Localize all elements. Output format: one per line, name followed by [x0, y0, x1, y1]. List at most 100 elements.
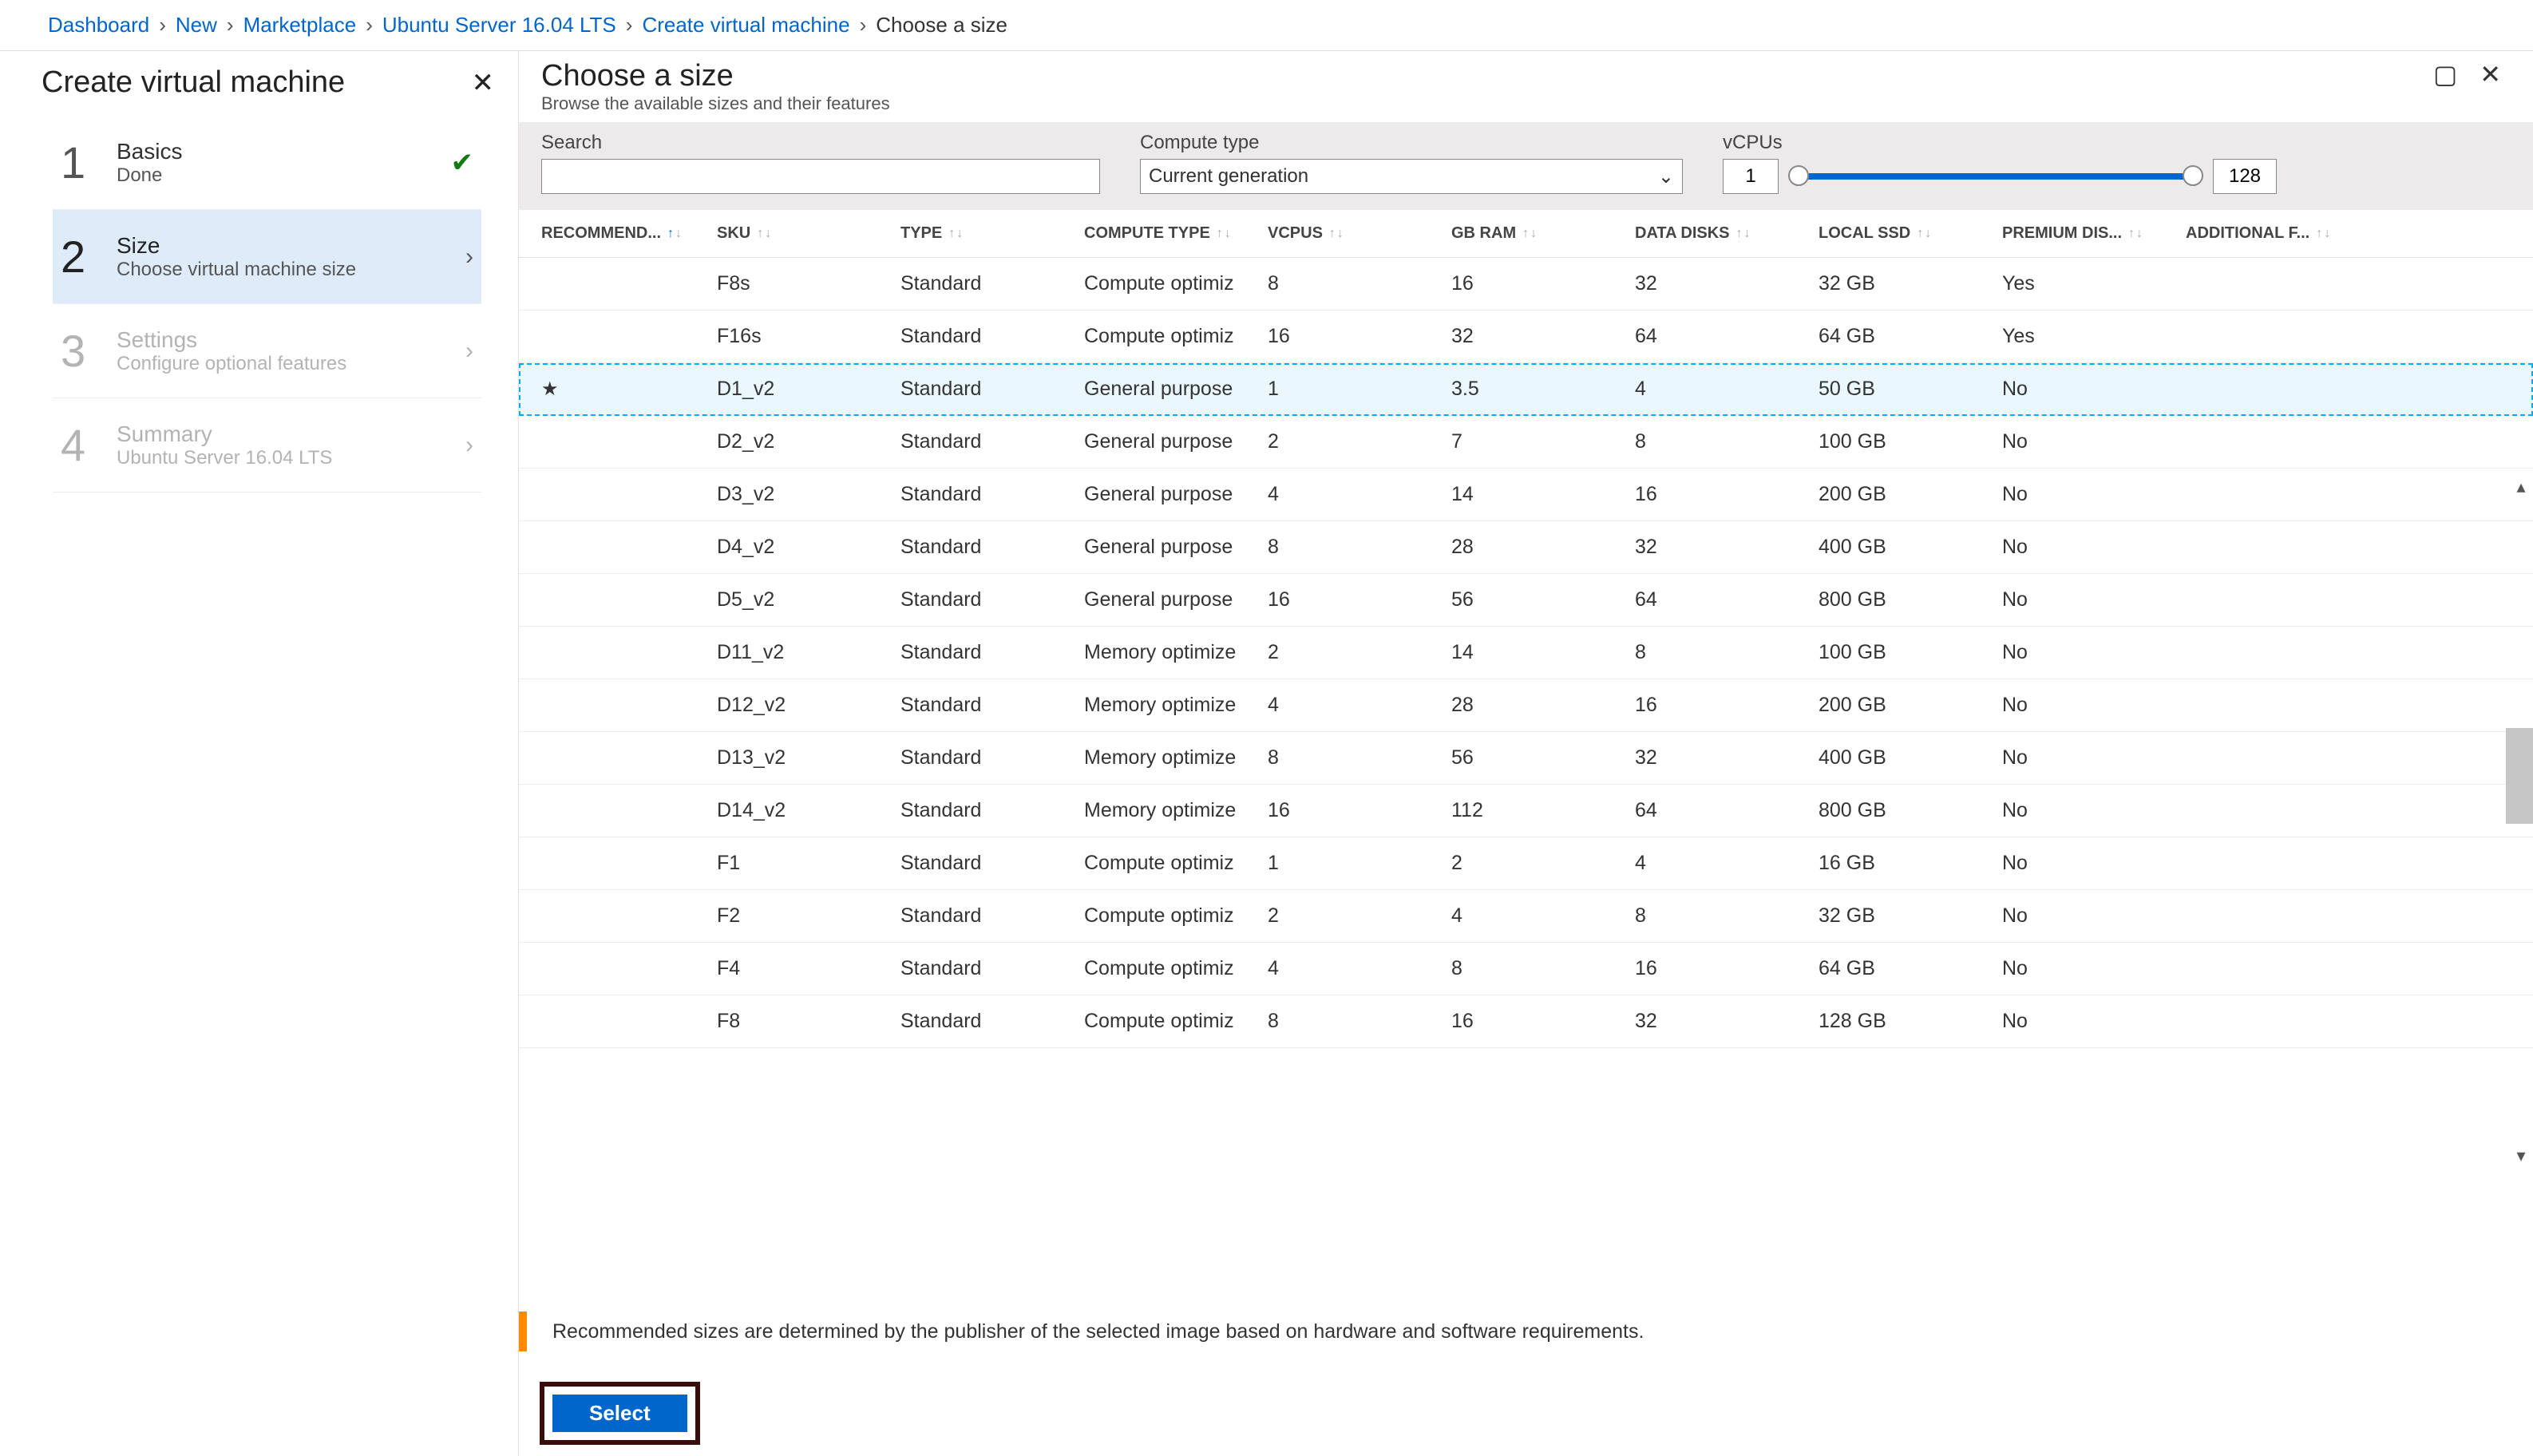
compute-type-cell: Compute optimiz: [1084, 957, 1268, 980]
scroll-up-icon[interactable]: ▴: [2513, 473, 2528, 500]
col-type[interactable]: TYPE↑↓: [900, 224, 1084, 243]
gbram-cell: 2: [1451, 852, 1635, 875]
compute-type-cell: Memory optimize: [1084, 799, 1268, 822]
type-cell: Standard: [900, 641, 1084, 664]
col-localssd[interactable]: LOCAL SSD↑↓: [1819, 224, 2002, 243]
gbram-cell: 32: [1451, 325, 1635, 348]
table-row[interactable]: D13_v2StandardMemory optimize85632400 GB…: [519, 732, 2533, 785]
table-row[interactable]: D12_v2StandardMemory optimize42816200 GB…: [519, 679, 2533, 732]
type-cell: Standard: [900, 483, 1084, 506]
search-input[interactable]: [541, 159, 1100, 194]
breadcrumb-link[interactable]: Marketplace: [243, 13, 357, 38]
localssd-cell: 32 GB: [1819, 272, 2002, 295]
col-additional[interactable]: ADDITIONAL F...↑↓: [2186, 224, 2345, 243]
gbram-cell: 16: [1451, 272, 1635, 295]
datadisks-cell: 4: [1635, 378, 1819, 401]
breadcrumb-link[interactable]: Ubuntu Server 16.04 LTS: [382, 13, 616, 38]
select-button[interactable]: Select: [552, 1395, 687, 1432]
col-compute-type[interactable]: COMPUTE TYPE↑↓: [1084, 224, 1268, 243]
compute-type-cell: General purpose: [1084, 588, 1268, 611]
sku-cell: D1_v2: [717, 378, 900, 401]
compute-type-cell: Compute optimiz: [1084, 1010, 1268, 1033]
table-row[interactable]: F2StandardCompute optimiz24832 GBNo: [519, 890, 2533, 943]
window-scrollbar-thumb[interactable]: [2506, 728, 2533, 824]
maximize-icon[interactable]: ▢: [2433, 59, 2457, 114]
compute-type-cell: Compute optimiz: [1084, 904, 1268, 928]
premium-cell: Yes: [2002, 272, 2186, 295]
gbram-cell: 14: [1451, 641, 1635, 664]
compute-type-cell: Memory optimize: [1084, 746, 1268, 770]
type-cell: Standard: [900, 694, 1084, 717]
sku-cell: D12_v2: [717, 694, 900, 717]
vcpus-cell: 4: [1268, 957, 1451, 980]
type-cell: Standard: [900, 430, 1084, 453]
localssd-cell: 64 GB: [1819, 957, 2002, 980]
compute-type-cell: Memory optimize: [1084, 641, 1268, 664]
localssd-cell: 50 GB: [1819, 378, 2002, 401]
localssd-cell: 800 GB: [1819, 799, 2002, 822]
step-title: Summary: [117, 421, 465, 447]
vcpus-cell: 2: [1268, 430, 1451, 453]
vcpu-max-input[interactable]: [2213, 159, 2277, 194]
localssd-cell: 200 GB: [1819, 483, 2002, 506]
wizard-step-summary[interactable]: 4SummaryUbuntu Server 16.04 LTS›: [53, 398, 481, 493]
col-vcpus[interactable]: VCPUS↑↓: [1268, 224, 1451, 243]
gbram-cell: 3.5: [1451, 378, 1635, 401]
table-row[interactable]: D4_v2StandardGeneral purpose82832400 GBN…: [519, 521, 2533, 574]
vcpus-cell: 1: [1268, 378, 1451, 401]
table-row[interactable]: F1StandardCompute optimiz12416 GBNo: [519, 837, 2533, 890]
datadisks-cell: 32: [1635, 272, 1819, 295]
table-row[interactable]: F4StandardCompute optimiz481664 GBNo: [519, 943, 2533, 995]
close-icon[interactable]: ✕: [2480, 59, 2501, 114]
chevron-right-icon: ›: [159, 13, 166, 38]
table-row[interactable]: D5_v2StandardGeneral purpose165664800 GB…: [519, 574, 2533, 627]
slider-thumb-max[interactable]: [2183, 165, 2203, 186]
premium-cell: No: [2002, 378, 2186, 401]
breadcrumb: Dashboard › New › Marketplace › Ubuntu S…: [0, 0, 2533, 51]
table-row[interactable]: ★D1_v2StandardGeneral purpose13.5450 GBN…: [519, 363, 2533, 416]
compute-type-dropdown[interactable]: Current generation ⌄: [1140, 159, 1683, 194]
checkmark-icon: ✔: [451, 147, 474, 179]
table-row[interactable]: F16sStandardCompute optimiz16326464 GBYe…: [519, 311, 2533, 363]
step-number: 4: [61, 419, 117, 471]
filter-bar: Search Compute type Current generation ⌄…: [519, 122, 2533, 210]
step-subtitle: Choose virtual machine size: [117, 259, 465, 281]
col-recommended[interactable]: RECOMMEND...↑↓: [541, 224, 717, 243]
wizard-step-size[interactable]: 2SizeChoose virtual machine size›: [53, 210, 481, 304]
breadcrumb-link[interactable]: New: [176, 13, 217, 38]
premium-cell: Yes: [2002, 325, 2186, 348]
scroll-down-icon[interactable]: ▾: [2513, 1142, 2528, 1169]
info-text: Recommended sizes are determined by the …: [552, 1320, 1644, 1343]
table-row[interactable]: D11_v2StandardMemory optimize2148100 GBN…: [519, 627, 2533, 679]
search-label: Search: [541, 132, 1100, 154]
table-row[interactable]: D3_v2StandardGeneral purpose41416200 GBN…: [519, 469, 2533, 521]
col-premium[interactable]: PREMIUM DIS...↑↓: [2002, 224, 2186, 243]
table-row[interactable]: D2_v2StandardGeneral purpose278100 GBNo: [519, 416, 2533, 469]
breadcrumb-link[interactable]: Create virtual machine: [642, 13, 849, 38]
sku-cell: F2: [717, 904, 900, 928]
vcpus-cell: 8: [1268, 1010, 1451, 1033]
table-row[interactable]: F8sStandardCompute optimiz8163232 GBYes: [519, 258, 2533, 311]
col-sku[interactable]: SKU↑↓: [717, 224, 900, 243]
compute-type-cell: General purpose: [1084, 536, 1268, 559]
col-gbram[interactable]: GB RAM↑↓: [1451, 224, 1635, 243]
datadisks-cell: 32: [1635, 536, 1819, 559]
step-subtitle: Configure optional features: [117, 353, 465, 375]
slider-thumb-min[interactable]: [1788, 165, 1809, 186]
wizard-step-settings[interactable]: 3SettingsConfigure optional features›: [53, 304, 481, 398]
vcpus-label: vCPUs: [1723, 132, 2277, 154]
gbram-cell: 16: [1451, 1010, 1635, 1033]
datadisks-cell: 32: [1635, 1010, 1819, 1033]
vcpu-min-input[interactable]: [1723, 159, 1779, 194]
breadcrumb-link[interactable]: Dashboard: [48, 13, 149, 38]
vcpu-slider[interactable]: [1788, 172, 2203, 181]
table-row[interactable]: F8StandardCompute optimiz81632128 GBNo: [519, 995, 2533, 1048]
table-row[interactable]: D14_v2StandardMemory optimize1611264800 …: [519, 785, 2533, 837]
vcpus-cell: 2: [1268, 641, 1451, 664]
wizard-step-basics[interactable]: 1BasicsDone✔: [53, 116, 481, 210]
sku-cell: D2_v2: [717, 430, 900, 453]
recommended-cell: ★: [541, 378, 717, 401]
gbram-cell: 28: [1451, 694, 1635, 717]
close-icon[interactable]: ✕: [472, 67, 495, 99]
col-datadisks[interactable]: DATA DISKS↑↓: [1635, 224, 1819, 243]
